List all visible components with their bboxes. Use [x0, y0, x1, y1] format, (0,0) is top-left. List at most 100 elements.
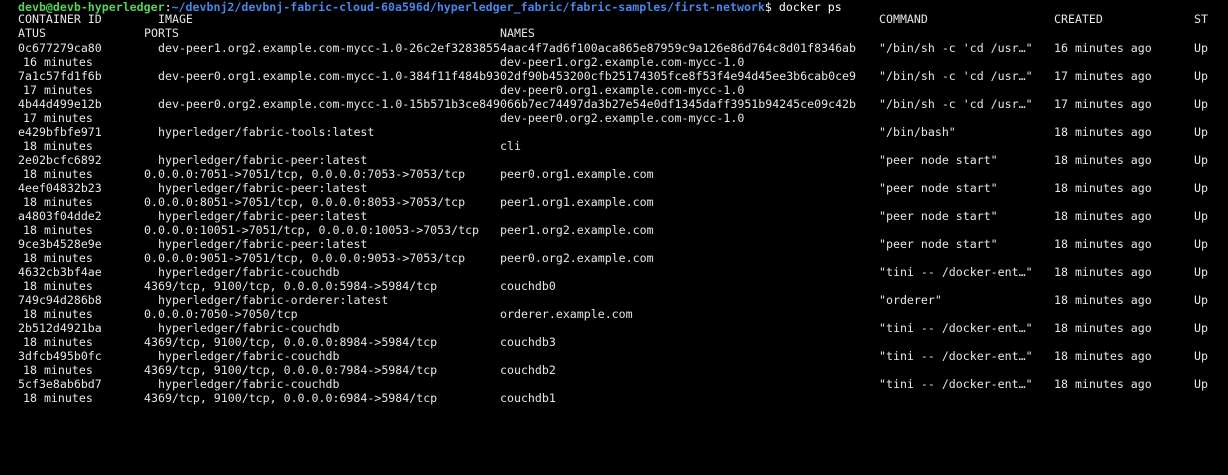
container-names: peer1.org1.example.com — [500, 195, 654, 209]
container-names: peer1.org2.example.com — [500, 223, 654, 237]
container-image: hyperledger/fabric-couchdb — [158, 321, 340, 335]
container-command: "peer node start" — [879, 153, 998, 167]
container-created: 18 minutes ago — [1054, 321, 1152, 335]
container-status-end: 18 minutes — [23, 363, 93, 377]
container-id: 7a1c57fd1f6b — [18, 69, 102, 83]
container-id: 749c94d286b8 — [18, 293, 102, 307]
header-line-2: ATUS PORTS NAMES — [0, 26, 1228, 40]
container-command: "/bin/sh -c 'cd /usr…" — [879, 97, 1033, 111]
container-status-start: Up — [1194, 125, 1208, 139]
container-command: "peer node start" — [879, 181, 998, 195]
container-ports: 0.0.0.0:10051->7051/tcp, 0.0.0.0:10053->… — [144, 223, 480, 237]
container-created: 17 minutes ago — [1054, 97, 1152, 111]
container-image: hyperledger/fabric-peer:latest — [158, 237, 368, 251]
container-status-start: Up — [1194, 237, 1208, 251]
header-line-1: CONTAINER ID IMAGE COMMAND CREATED ST — [0, 12, 1228, 26]
container-ports: 4369/tcp, 9100/tcp, 0.0.0.0:5984->5984/t… — [144, 279, 438, 293]
container-image: hyperledger/fabric-couchdb — [158, 265, 340, 279]
container-image: dev-peer0.org2.example.com-mycc-1.0-15b5… — [158, 97, 857, 111]
container-id: 4b44d499e12b — [18, 97, 102, 111]
container-command: "tini -- /docker-ent…" — [879, 377, 1033, 391]
container-id: 0c677279ca80 — [18, 41, 102, 55]
container-ports: 4369/tcp, 9100/tcp, 0.0.0.0:6984->5984/t… — [144, 391, 438, 405]
container-status-end: 18 minutes — [23, 279, 93, 293]
container-names: peer0.org1.example.com — [500, 167, 654, 181]
container-created: 18 minutes ago — [1054, 293, 1152, 307]
container-status-end: 18 minutes — [23, 307, 93, 321]
container-created: 16 minutes ago — [1054, 41, 1152, 55]
container-created: 18 minutes ago — [1054, 237, 1152, 251]
container-command: "tini -- /docker-ent…" — [879, 349, 1033, 363]
container-status-end: 18 minutes — [23, 335, 93, 349]
container-command: "peer node start" — [879, 237, 998, 251]
container-ports: 0.0.0.0:9051->7051/tcp, 0.0.0.0:9053->70… — [144, 251, 466, 265]
container-id: 5cf3e8ab6bd7 — [18, 377, 102, 391]
container-status-end: 18 minutes — [23, 391, 93, 405]
container-ports: 0.0.0.0:7050->7050/tcp — [144, 307, 298, 321]
container-command: "/bin/bash" — [879, 125, 956, 139]
container-status-start: Up — [1194, 265, 1208, 279]
container-image: dev-peer0.org1.example.com-mycc-1.0-384f… — [158, 69, 857, 83]
container-names: cli — [500, 139, 521, 153]
container-names: dev-peer0.org2.example.com-mycc-1.0 — [500, 111, 745, 125]
container-created: 17 minutes ago — [1054, 69, 1152, 83]
container-names: couchdb1 — [500, 391, 556, 405]
container-status-end: 18 minutes — [23, 251, 93, 265]
container-command: "/bin/sh -c 'cd /usr…" — [879, 69, 1033, 83]
container-status-end: 18 minutes — [23, 167, 93, 181]
container-id: 3dfcb495b0fc — [18, 349, 102, 363]
container-status-end: 17 minutes — [23, 111, 93, 125]
container-id: 2e02bcfc6892 — [18, 153, 102, 167]
container-image: hyperledger/fabric-orderer:latest — [158, 293, 389, 307]
container-names: dev-peer0.org1.example.com-mycc-1.0 — [500, 83, 745, 97]
container-command: "tini -- /docker-ent…" — [879, 321, 1033, 335]
container-image: dev-peer1.org2.example.com-mycc-1.0-26c2… — [158, 41, 857, 55]
container-id: 2b512d4921ba — [18, 321, 102, 335]
container-created: 18 minutes ago — [1054, 125, 1152, 139]
container-status-end: 18 minutes — [23, 223, 93, 237]
container-id: e429bfbfe971 — [18, 125, 102, 139]
container-created: 18 minutes ago — [1054, 265, 1152, 279]
header-command: COMMAND — [879, 12, 928, 26]
container-status-start: Up — [1194, 97, 1208, 111]
container-status-start: Up — [1194, 69, 1208, 83]
container-ports: 4369/tcp, 9100/tcp, 0.0.0.0:7984->5984/t… — [144, 363, 438, 377]
container-command: "orderer" — [879, 293, 942, 307]
container-command: "/bin/sh -c 'cd /usr…" — [879, 41, 1033, 55]
container-id: 4632cb3bf4ae — [18, 265, 102, 279]
container-status-start: Up — [1194, 209, 1208, 223]
container-names: peer0.org2.example.com — [500, 251, 654, 265]
container-status-end: 18 minutes — [23, 139, 93, 153]
container-status-start: Up — [1194, 349, 1208, 363]
header-names: NAMES — [500, 26, 535, 40]
container-image: hyperledger/fabric-couchdb — [158, 377, 340, 391]
container-ports: 0.0.0.0:7051->7051/tcp, 0.0.0.0:7053->70… — [144, 167, 466, 181]
container-ports: 0.0.0.0:8051->7051/tcp, 0.0.0.0:8053->70… — [144, 195, 466, 209]
container-image: hyperledger/fabric-couchdb — [158, 349, 340, 363]
container-status-end: 18 minutes — [23, 195, 93, 209]
container-created: 18 minutes ago — [1054, 153, 1152, 167]
container-id: 9ce3b4528e9e — [18, 237, 102, 251]
container-names: couchdb0 — [500, 279, 556, 293]
container-status-start: Up — [1194, 321, 1208, 335]
header-ports: PORTS — [144, 26, 179, 40]
container-status-start: Up — [1194, 293, 1208, 307]
container-names: dev-peer1.org2.example.com-mycc-1.0 — [500, 55, 745, 69]
container-created: 18 minutes ago — [1054, 181, 1152, 195]
header-created: CREATED — [1054, 12, 1103, 26]
container-status-start: Up — [1194, 153, 1208, 167]
container-image: hyperledger/fabric-peer:latest — [158, 153, 368, 167]
container-names: orderer.example.com — [500, 307, 633, 321]
container-created: 18 minutes ago — [1054, 349, 1152, 363]
header-status-end: ATUS — [18, 26, 46, 40]
container-names: couchdb2 — [500, 363, 556, 377]
container-status-start: Up — [1194, 181, 1208, 195]
terminal-window[interactable]: devb@devb-hyperledger:~/devbnj2/devbnj-f… — [0, 0, 1228, 405]
container-image: hyperledger/fabric-peer:latest — [158, 181, 368, 195]
header-container-id: CONTAINER ID — [18, 12, 102, 26]
container-status-start: Up — [1194, 377, 1208, 391]
container-ports: 4369/tcp, 9100/tcp, 0.0.0.0:8984->5984/t… — [144, 335, 438, 349]
container-command: "tini -- /docker-ent…" — [879, 265, 1033, 279]
container-status-start: Up — [1194, 41, 1208, 55]
header-image: IMAGE — [158, 12, 193, 26]
